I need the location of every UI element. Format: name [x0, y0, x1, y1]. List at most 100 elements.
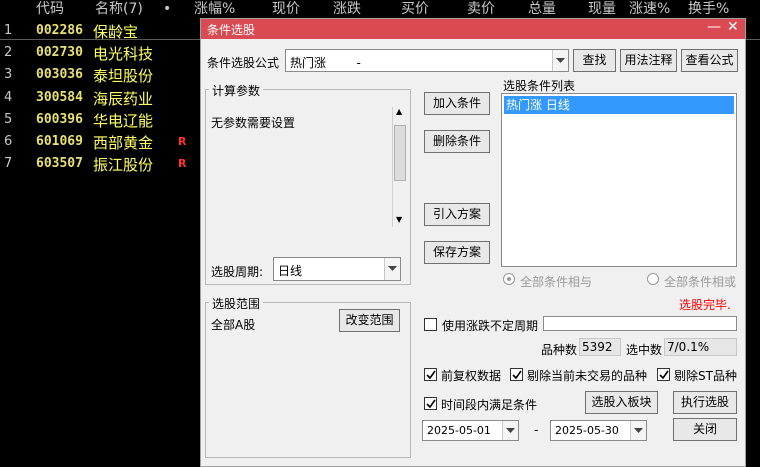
view-formula-button[interactable]: 查看公式 — [681, 49, 738, 72]
usage-notes-button[interactable]: 用法注释 — [620, 49, 677, 72]
adjust-data-checkbox[interactable] — [424, 368, 437, 381]
stock-name: 华电辽能 — [93, 112, 154, 130]
close-icon[interactable]: ✕ — [727, 19, 739, 35]
uncertain-period-label: 使用涨跌不定周期 — [442, 319, 539, 333]
condition-list[interactable]: 热门涨 日线 — [501, 93, 737, 267]
time-range-checkbox[interactable] — [424, 397, 437, 410]
col-turnover[interactable]: 换手% — [688, 0, 729, 19]
table-row[interactable]: 7 603507 振江股份 R — [0, 154, 200, 176]
period-select[interactable]: 日线 — [273, 257, 401, 281]
scrollbar-thumb[interactable] — [394, 125, 406, 181]
stock-code: 002286 — [36, 23, 83, 38]
chevron-down-icon[interactable] — [630, 421, 646, 440]
table-row[interactable]: 1 002286 保龄宝 — [0, 21, 200, 43]
table-row[interactable]: 5 600396 华电辽能 — [0, 110, 200, 132]
stock-name: 海辰药业 — [93, 90, 154, 108]
stock-code: 601069 — [36, 134, 83, 149]
row-index: 3 — [4, 67, 13, 82]
stock-code: 603507 — [36, 156, 83, 171]
uncertain-period-checkbox[interactable] — [424, 318, 437, 331]
date-to-picker[interactable]: 2025-05-30 — [550, 420, 647, 441]
row-index: 6 — [4, 134, 13, 149]
dialog-title: 条件选股 — [207, 23, 256, 37]
condition-list-label: 选股条件列表 — [503, 79, 576, 93]
exclude-st-label: 剔除ST品种 — [674, 369, 737, 383]
exclude-untraded-label: 剔除当前未交易的品种 — [527, 369, 648, 383]
dialog-titlebar[interactable]: 条件选股 — ✕ — [201, 19, 745, 39]
radio-or-label: 全部条件相或 — [664, 275, 737, 289]
row-index: 4 — [4, 90, 13, 105]
formula-select[interactable]: 热门涨 - — [285, 49, 569, 72]
scroll-up-icon[interactable]: ▲ — [396, 107, 402, 116]
list-item[interactable]: 热门涨 日线 — [504, 96, 734, 114]
save-scheme-button[interactable]: 保存方案 — [424, 241, 490, 264]
count-value: 5392 — [579, 338, 621, 356]
params-scrollbar[interactable]: ▲ ▼ — [392, 107, 407, 227]
row-index: 1 — [4, 23, 13, 38]
radio-dot — [507, 277, 511, 281]
scope-group-label: 选股范围 — [209, 295, 264, 312]
status-text: 选股完毕. — [679, 298, 731, 312]
run-selection-button[interactable]: 执行选股 — [673, 391, 737, 414]
period-label: 选股周期: — [211, 265, 264, 279]
stock-code: 300584 — [36, 90, 83, 105]
exclude-st-checkbox[interactable] — [657, 368, 670, 381]
date-from-picker[interactable]: 2025-05-01 — [422, 420, 519, 441]
stock-name: 西部黄金 — [93, 134, 154, 152]
table-row[interactable]: 3 003036 泰坦股份 — [0, 65, 200, 87]
table-row[interactable]: 4 300584 海辰药业 — [0, 88, 200, 110]
count-label: 品种数 — [541, 343, 578, 357]
delete-condition-button[interactable]: 删除条件 — [424, 130, 490, 153]
col-change-pct[interactable]: 涨幅% — [194, 0, 235, 19]
date-separator: - — [534, 423, 539, 437]
scope-text: 全部A股 — [211, 318, 256, 332]
params-group-label: 计算参数 — [209, 82, 264, 99]
row-index: 5 — [4, 112, 13, 127]
radio-or[interactable] — [647, 273, 659, 285]
params-text: 无参数需要设置 — [211, 116, 296, 130]
exclude-untraded-checkbox[interactable] — [510, 368, 523, 381]
margin-flag: R — [178, 135, 187, 148]
col-change[interactable]: 涨跌 — [333, 0, 361, 19]
import-scheme-button[interactable]: 引入方案 — [424, 203, 490, 226]
chevron-down-icon[interactable] — [384, 258, 400, 280]
condition-stock-picker-dialog: 条件选股 — ✕ 条件选股公式 热门涨 - 查找 用法注释 查看公式 计算参数 … — [200, 18, 746, 467]
add-condition-button[interactable]: 加入条件 — [424, 92, 490, 115]
time-range-label: 时间段内满足条件 — [441, 398, 538, 412]
uncertain-period-input[interactable] — [543, 316, 737, 331]
row-index: 7 — [4, 156, 13, 171]
col-volume[interactable]: 总量 — [528, 0, 556, 19]
chevron-down-icon[interactable] — [552, 50, 568, 71]
stock-name: 保龄宝 — [93, 23, 139, 41]
table-row[interactable]: 6 601069 西部黄金 R — [0, 132, 200, 154]
change-scope-button[interactable]: 改变范围 — [339, 309, 400, 332]
col-cur-volume[interactable]: 现量 — [588, 0, 616, 19]
chevron-down-icon[interactable] — [502, 421, 518, 440]
col-price[interactable]: 现价 — [272, 0, 300, 19]
find-button[interactable]: 查找 — [573, 49, 616, 72]
col-name[interactable]: 名称(7) — [95, 0, 143, 19]
formula-value: 热门涨 - — [290, 56, 361, 70]
col-ask[interactable]: 卖价 — [467, 0, 495, 19]
stock-code: 003036 — [36, 67, 83, 82]
col-bid[interactable]: 买价 — [401, 0, 429, 19]
to-block-button[interactable]: 选股入板块 — [585, 391, 658, 414]
radio-and[interactable] — [503, 273, 515, 285]
adjust-data-label: 前复权数据 — [441, 369, 502, 383]
close-button[interactable]: 关闭 — [673, 418, 737, 441]
formula-label: 条件选股公式 — [207, 56, 280, 70]
radio-and-label: 全部条件相与 — [520, 275, 593, 289]
minimize-icon[interactable]: — — [707, 19, 721, 35]
margin-flag: R — [178, 157, 187, 170]
scroll-down-icon[interactable]: ▼ — [396, 215, 402, 224]
col-code[interactable]: 代码 — [36, 0, 64, 19]
col-speed[interactable]: 涨速% — [629, 0, 670, 19]
date-to-value: 2025-05-30 — [555, 424, 619, 437]
stock-name: 电光科技 — [93, 45, 154, 63]
date-from-value: 2025-05-01 — [427, 424, 491, 437]
period-value: 日线 — [278, 264, 303, 278]
stock-code: 600396 — [36, 112, 83, 127]
row-index: 2 — [4, 45, 13, 60]
col-dot: • — [163, 1, 172, 17]
table-row[interactable]: 2 002730 电光科技 — [0, 43, 200, 65]
